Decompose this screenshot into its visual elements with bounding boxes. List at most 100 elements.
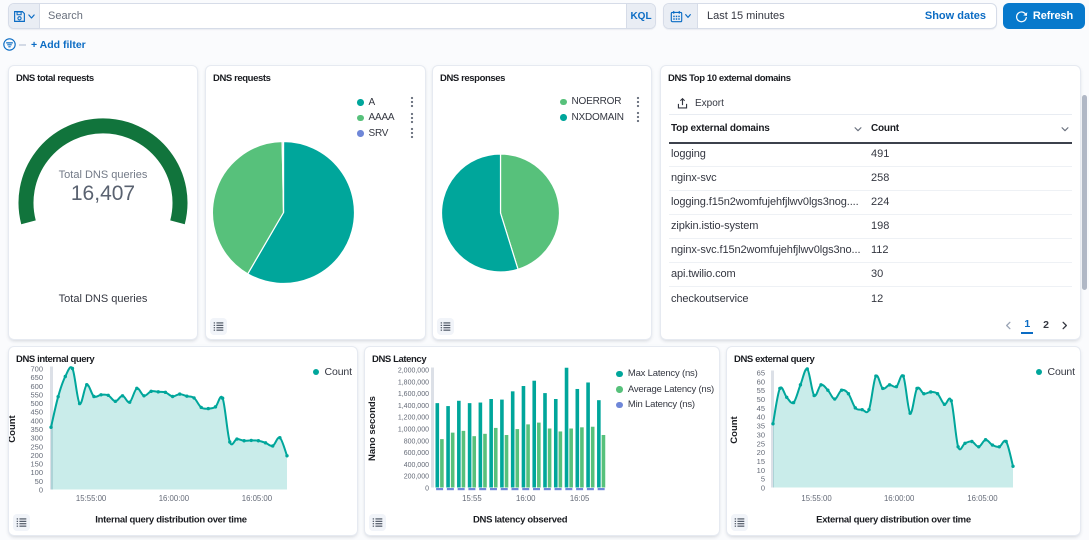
bar-max-latency[interactable] [565, 368, 569, 488]
legend-item-srv[interactable]: SRV [357, 126, 414, 142]
bar-average-latency[interactable] [472, 436, 476, 487]
bar-min-latency[interactable] [458, 488, 465, 490]
data-point [56, 395, 59, 398]
bar-max-latency[interactable] [511, 391, 515, 487]
legend-toggle-button[interactable] [210, 318, 227, 335]
previous-page-button[interactable] [1003, 320, 1014, 331]
column-header-domains[interactable]: Top external domains [669, 123, 871, 134]
legend-toggle-button[interactable] [369, 514, 386, 531]
saved-query-menu-button[interactable] [9, 4, 40, 28]
legend-item-count[interactable]: Count [313, 364, 352, 380]
bar-max-latency[interactable] [468, 403, 472, 487]
bar-max-latency[interactable] [554, 399, 558, 488]
legend-item-nxdomain[interactable]: NXDOMAIN [560, 110, 640, 126]
y-axis-title: Nano seconds [367, 396, 378, 461]
bar-min-latency[interactable] [555, 488, 562, 490]
legend-item-min-latency-ns-[interactable]: Min Latency (ns) [616, 397, 714, 413]
legend-options-button[interactable] [406, 127, 414, 139]
bar-average-latency[interactable] [451, 433, 455, 488]
legend-dot [616, 386, 623, 393]
bar-max-latency[interactable] [436, 403, 440, 487]
bar-min-latency[interactable] [587, 488, 594, 490]
bar-average-latency[interactable] [580, 427, 584, 487]
bar-average-latency[interactable] [569, 429, 573, 488]
bar-max-latency[interactable] [522, 386, 526, 487]
x-tick-label: 15:55:00 [801, 494, 832, 503]
legend-toggle-button[interactable] [13, 514, 30, 531]
bar-min-latency[interactable] [565, 488, 572, 490]
legend-toggle-button[interactable] [731, 514, 748, 531]
data-point [840, 388, 843, 391]
bar-max-latency[interactable] [446, 406, 450, 487]
bar-average-latency[interactable] [462, 431, 466, 488]
legend-item-a[interactable]: A [357, 95, 414, 111]
bar-min-latency[interactable] [479, 488, 486, 490]
bar-min-latency[interactable] [544, 488, 551, 490]
bar-average-latency[interactable] [505, 435, 509, 488]
bar-max-latency[interactable] [543, 393, 547, 487]
y-tick-label: 65 [757, 369, 765, 378]
export-button[interactable]: Export [676, 97, 724, 110]
bar-max-latency[interactable] [597, 400, 601, 487]
page-button-1[interactable]: 1 [1021, 316, 1033, 334]
bar-max-latency[interactable] [586, 382, 590, 487]
bar-average-latency[interactable] [591, 427, 595, 488]
bar-min-latency[interactable] [522, 488, 529, 490]
bar-min-latency[interactable] [447, 488, 454, 490]
bar-average-latency[interactable] [526, 424, 530, 487]
legend-options-button[interactable] [632, 111, 640, 123]
bar-average-latency[interactable] [548, 429, 552, 488]
legend-item-average-latency-ns-[interactable]: Average Latency (ns) [616, 382, 714, 398]
next-page-button[interactable] [1059, 320, 1070, 331]
x-tick-label: 16:00:00 [159, 494, 190, 503]
bar-average-latency[interactable] [494, 428, 498, 488]
legend-options-button[interactable] [632, 96, 640, 108]
legend-item-count[interactable]: Count [1036, 364, 1075, 380]
bar-min-latency[interactable] [436, 488, 443, 490]
bar-average-latency[interactable] [440, 439, 444, 487]
y-tick-label: 650 [30, 373, 43, 382]
bar-max-latency[interactable] [500, 400, 504, 488]
bar-min-latency[interactable] [468, 488, 475, 490]
legend-item-noerror[interactable]: NOERROR [560, 94, 640, 110]
bar-min-latency[interactable] [511, 488, 518, 490]
bar-max-latency[interactable] [489, 399, 493, 488]
vertical-scrollbar-thumb[interactable] [1082, 95, 1087, 290]
bar-min-latency[interactable] [598, 488, 605, 490]
y-tick-label: 1,800,000 [398, 379, 429, 386]
bar-min-latency[interactable] [533, 488, 540, 490]
bar-average-latency[interactable] [559, 431, 563, 487]
add-filter-button[interactable]: + Add filter [31, 39, 86, 51]
gauge-bottom-label: Total DNS queries [9, 293, 197, 305]
legend-options-button[interactable] [406, 96, 414, 108]
bar-min-latency[interactable] [501, 488, 508, 490]
legend-item-max-latency-ns-[interactable]: Max Latency (ns) [616, 366, 714, 382]
filter-menu-button[interactable] [3, 38, 16, 56]
column-header-label: Top external domains [671, 123, 770, 134]
show-dates-button[interactable]: Show dates [925, 4, 996, 28]
legend-options-button[interactable] [406, 112, 414, 124]
time-range-value[interactable]: Last 15 minutes [698, 4, 925, 28]
y-axis-line [431, 368, 434, 488]
legend-item-aaaa[interactable]: AAAA [357, 110, 414, 126]
bar-max-latency[interactable] [576, 389, 580, 488]
kql-language-button[interactable]: KQL [626, 4, 655, 28]
date-picker: Last 15 minutes Show dates [663, 3, 997, 29]
bar-average-latency[interactable] [537, 423, 541, 488]
date-quick-select-button[interactable] [664, 4, 698, 28]
search-input[interactable] [40, 4, 626, 28]
bar-min-latency[interactable] [490, 488, 497, 490]
column-header-count[interactable]: Count [871, 123, 1072, 134]
bar-max-latency[interactable] [479, 403, 483, 488]
bar-max-latency[interactable] [457, 401, 461, 488]
legend-toggle-button[interactable] [437, 318, 454, 335]
bar-average-latency[interactable] [515, 429, 519, 487]
refresh-button[interactable]: Refresh [1003, 3, 1085, 29]
vertical-ellipsis-icon [636, 111, 640, 123]
bar-max-latency[interactable] [532, 381, 536, 488]
page-button-2[interactable]: 2 [1040, 317, 1052, 333]
y-tick-label: 150 [30, 460, 43, 469]
bar-average-latency[interactable] [483, 434, 487, 488]
bar-average-latency[interactable] [602, 435, 606, 488]
bar-min-latency[interactable] [576, 488, 583, 490]
